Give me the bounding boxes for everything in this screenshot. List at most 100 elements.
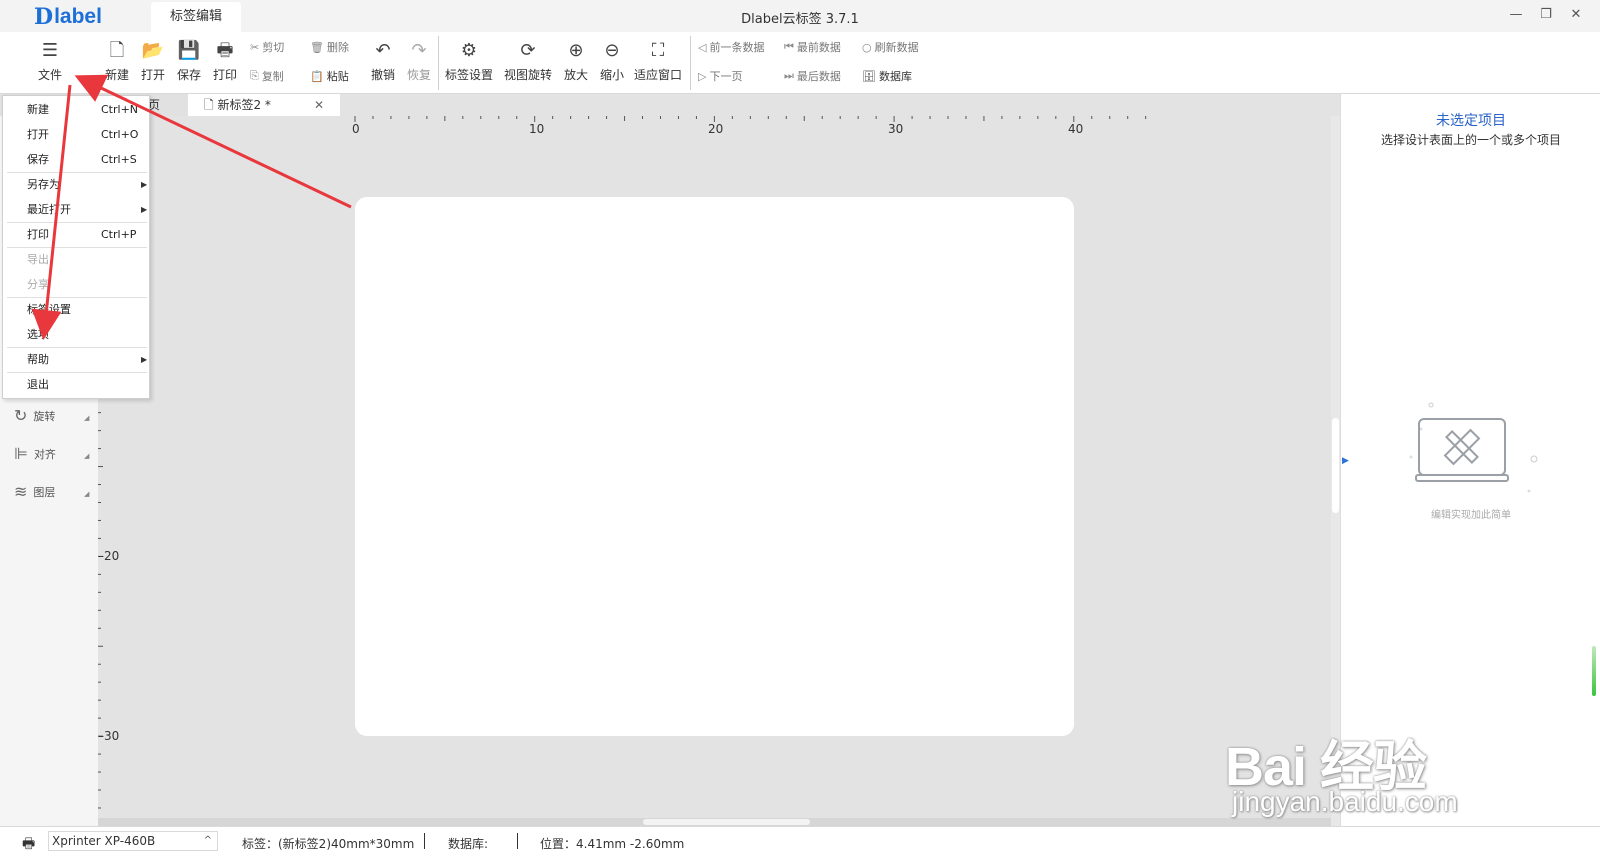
copy-label: 复制 bbox=[261, 70, 284, 83]
save-label: 保存 bbox=[176, 68, 201, 82]
copy-button[interactable]: ⎘ 复制 bbox=[250, 67, 284, 85]
menu-item-export[interactable]: 导出 bbox=[3, 247, 149, 272]
restore-button[interactable]: ❐ bbox=[1536, 5, 1556, 25]
close-tab-button[interactable]: ✕ bbox=[314, 94, 324, 116]
rotate-view-icon: ⟳ bbox=[520, 40, 536, 61]
minimize-button[interactable]: — bbox=[1506, 5, 1526, 25]
ribbon-toolbar: ☰ 文件 🗋 新建 📂 打开 💾 保存 🖶 打印 ✂ 剪切 ⎘ 复制 🗑 删除 … bbox=[0, 32, 1600, 94]
view-rotate-button[interactable]: ⟳ 视图旋转 bbox=[502, 36, 554, 88]
delete-label: 删除 bbox=[326, 41, 349, 54]
menu-item-options[interactable]: 选项 bbox=[3, 322, 149, 347]
printer-icon: 🖶 bbox=[22, 836, 36, 852]
print-label: 打印 bbox=[212, 68, 237, 82]
empty-state-hint: 编辑实现加此简单 bbox=[1431, 510, 1511, 521]
tab-new-label-2[interactable]: 🗋 新标签2 * ✕ bbox=[188, 94, 340, 116]
cut-button[interactable]: ✂ 剪切 bbox=[250, 38, 284, 56]
delete-button[interactable]: 🗑 删除 bbox=[310, 38, 349, 56]
menu-item-save-as[interactable]: 另存为 ▶ bbox=[3, 172, 149, 197]
ruler-tick-label: –20 bbox=[98, 549, 120, 563]
skip-forward-icon: ⏭ bbox=[784, 69, 794, 82]
horizontal-scroll-thumb[interactable] bbox=[643, 819, 810, 825]
status-bar: 🖶 Xprinter XP-460B ^ 标签：(新标签2)40mm*30mm … bbox=[0, 826, 1600, 866]
triangle-right-icon: ▷ bbox=[698, 69, 707, 83]
zoom-in-icon: ⊕ bbox=[568, 40, 584, 61]
menu-item-share[interactable]: 分享 bbox=[3, 272, 149, 297]
rotate-tool[interactable]: ↻ 旋转 ◢ bbox=[14, 406, 89, 425]
design-canvas[interactable]: 0 10 20 30 40 –20 –30 bbox=[98, 116, 1331, 822]
tab-label-edit[interactable]: 标签编辑 bbox=[151, 2, 241, 32]
title-bar: D label 标签编辑 Dlabel云标签 3.7.1 — ❐ ✕ bbox=[0, 0, 1600, 32]
undo-label: 撤销 bbox=[370, 68, 395, 82]
first-record-button[interactable]: ⏮ 最前数据 bbox=[784, 38, 841, 56]
next-page-button[interactable]: ▷ 下一页 bbox=[698, 67, 742, 85]
status-divider bbox=[517, 833, 518, 849]
paste-label: 粘贴 bbox=[326, 70, 349, 83]
layers-icon: ≋ bbox=[14, 482, 28, 501]
close-window-button[interactable]: ✕ bbox=[1566, 5, 1586, 25]
refresh-icon: ○ bbox=[862, 40, 872, 54]
database-label: 数据库 bbox=[878, 70, 912, 83]
open-button[interactable]: 📂 打开 bbox=[133, 36, 173, 88]
redo-label: 恢复 bbox=[406, 68, 431, 82]
layer-label: 图层 bbox=[33, 485, 56, 499]
first-record-label: 最前数据 bbox=[796, 41, 841, 54]
print-button[interactable]: 🖶 打印 bbox=[205, 36, 245, 88]
shortcut: Ctrl+O bbox=[101, 128, 139, 141]
submenu-arrow-icon: ▶ bbox=[141, 355, 148, 364]
paste-icon: 📋 bbox=[310, 69, 324, 83]
paste-button[interactable]: 📋 粘贴 bbox=[310, 67, 349, 85]
submenu-arrow-icon: ▶ bbox=[141, 205, 148, 214]
app-logo: D label bbox=[34, 4, 102, 30]
zoom-in-button[interactable]: ⊕ 放大 bbox=[556, 36, 596, 88]
ruler-tick-label: 10 bbox=[529, 122, 545, 136]
menu-item-exit[interactable]: 退出 bbox=[3, 372, 149, 397]
redo-button[interactable]: ↷ 恢复 bbox=[399, 36, 439, 88]
ruler-tick-label: 30 bbox=[888, 122, 904, 136]
cut-label: 剪切 bbox=[262, 41, 285, 54]
trash-icon: 🗑 bbox=[310, 40, 324, 54]
menu-item-label-settings[interactable]: 标签设置 bbox=[3, 297, 149, 322]
file-menu-button[interactable]: ☰ 文件 bbox=[30, 36, 70, 88]
zoom-out-label: 缩小 bbox=[599, 68, 624, 82]
list-icon: ☰ bbox=[41, 40, 59, 61]
label-settings-button[interactable]: ⚙ 标签设置 bbox=[443, 36, 495, 88]
prev-record-button[interactable]: ◁ 前一条数据 bbox=[698, 38, 764, 56]
tab-home[interactable]: 页 bbox=[148, 94, 188, 116]
fit-window-button[interactable]: ⛶ 适应窗口 bbox=[632, 36, 684, 88]
printer-select[interactable]: Xprinter XP-460B ^ bbox=[48, 831, 218, 851]
vertical-scrollbar[interactable] bbox=[1331, 116, 1340, 826]
rotate-label: 旋转 bbox=[33, 409, 56, 423]
folder-icon: 📂 bbox=[141, 40, 165, 61]
refresh-data-button[interactable]: ○ 刷新数据 bbox=[862, 38, 919, 56]
new-button[interactable]: 🗋 新建 bbox=[97, 36, 137, 88]
align-tool[interactable]: ⊫ 对齐 ◢ bbox=[14, 444, 89, 463]
save-button[interactable]: 💾 保存 bbox=[169, 36, 209, 88]
menu-item-new[interactable]: 新建 Ctrl+N bbox=[3, 97, 149, 122]
menu-item-help[interactable]: 帮助 ▶ bbox=[3, 347, 149, 372]
menu-item-print[interactable]: 打印 Ctrl+P bbox=[3, 222, 149, 247]
database-button[interactable]: 🗄 数据库 bbox=[862, 67, 912, 85]
expand-corner-icon: ◢ bbox=[84, 452, 90, 460]
horizontal-scrollbar[interactable] bbox=[98, 818, 1331, 826]
new-label: 新建 bbox=[104, 68, 129, 82]
menu-item-open[interactable]: 打开 Ctrl+O bbox=[3, 122, 149, 147]
label-paper[interactable] bbox=[355, 197, 1074, 736]
menu-item-save[interactable]: 保存 Ctrl+S bbox=[3, 147, 149, 172]
scissors-icon: ✂ bbox=[250, 40, 260, 54]
menu-item-recent[interactable]: 最近打开 ▶ bbox=[3, 197, 149, 222]
undo-icon: ↶ bbox=[375, 40, 391, 61]
laptop-ruler-illustration-icon bbox=[1409, 402, 1538, 493]
label-info: 标签：(新标签2)40mm*30mm bbox=[242, 837, 415, 851]
layer-tool[interactable]: ≋ 图层 ◢ bbox=[14, 482, 89, 501]
vertical-scroll-thumb[interactable] bbox=[1332, 418, 1339, 513]
collapse-panel-icon[interactable]: ▶ bbox=[1342, 456, 1349, 466]
undo-button[interactable]: ↶ 撤销 bbox=[363, 36, 403, 88]
zoom-out-button[interactable]: ⊖ 缩小 bbox=[592, 36, 632, 88]
expand-corner-icon: ◢ bbox=[84, 414, 90, 422]
label-settings-label: 标签设置 bbox=[444, 68, 493, 82]
refresh-data-label: 刷新数据 bbox=[874, 41, 919, 54]
shortcut: Ctrl+P bbox=[101, 228, 137, 241]
logo-mark: D bbox=[34, 4, 54, 30]
last-record-button[interactable]: ⏭ 最后数据 bbox=[784, 67, 841, 85]
document-icon: 🗋 bbox=[204, 98, 214, 112]
